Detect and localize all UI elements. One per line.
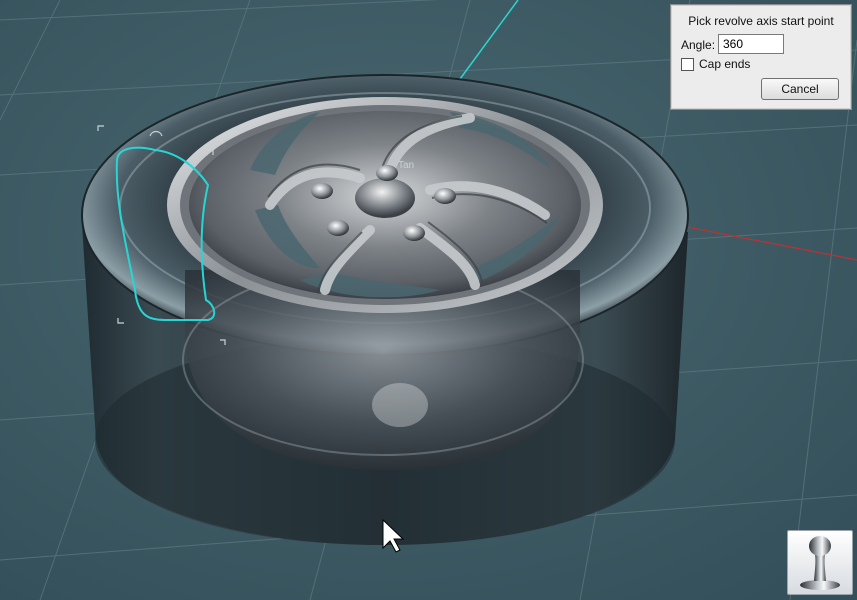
snap-tan-label: Tan [398,160,414,171]
cap-ends-label: Cap ends [699,57,751,71]
angle-label: Angle: [681,38,716,52]
cap-ends-checkbox[interactable] [681,58,694,71]
angle-input[interactable] [718,34,784,54]
revolve-tool-icon [800,536,840,590]
revolve-panel: Pick revolve axis start point Angle: Cap… [670,4,852,110]
panel-title: Pick revolve axis start point [688,14,834,28]
cancel-button[interactable]: Cancel [761,78,839,100]
revolve-tool-button[interactable] [787,530,853,595]
rim-face [167,97,603,313]
